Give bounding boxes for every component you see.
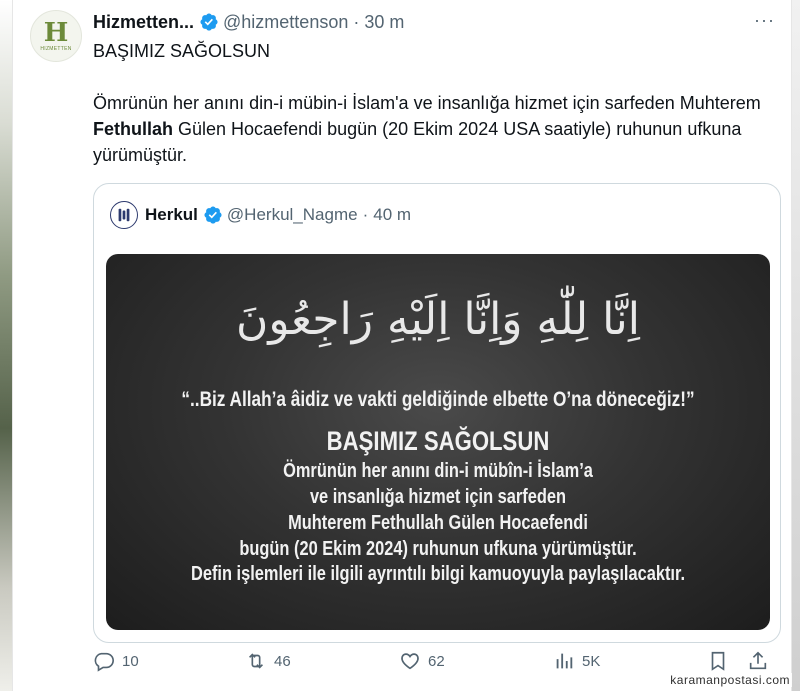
quoted-author-handle[interactable]: @Herkul_Nagme <box>227 205 358 225</box>
verified-badge-icon <box>200 13 218 31</box>
image-text-line: ve insanlığa hizmet için sarfeden <box>309 486 567 508</box>
reply-icon <box>94 652 114 672</box>
like-count: 62 <box>428 652 445 670</box>
separator-dot: · <box>353 11 360 32</box>
tweet-text-part-b: Gülen Hocaefendi bugün (20 Ekim 2024 USA… <box>93 119 742 165</box>
tweet-card[interactable]: H HIZMETTEN Hizmetten... @hizmettenson ·… <box>12 0 792 691</box>
image-heading: BAŞIMIZ SAĞOLSUN <box>326 426 550 456</box>
views-chart-icon <box>556 653 573 669</box>
tweet-text-paragraph: Ömrünün her anını din-i mübin-i İslam'a … <box>93 90 783 168</box>
tweet-header: Hizmetten... @hizmettenson · 30 m <box>93 10 404 34</box>
repost-icon <box>248 653 264 669</box>
repost-button[interactable]: 46 <box>245 650 291 672</box>
tweet-text-line1: BAŞIMIZ SAĞOLSUN <box>93 41 271 61</box>
like-button[interactable]: 62 <box>399 650 445 672</box>
reply-count: 10 <box>122 652 139 670</box>
views-button[interactable]: 5K <box>553 650 600 672</box>
condolence-image[interactable]: اِنَّا لِلّٰهِ وَاِنَّا اِلَيْهِ رَاجِعُ… <box>106 254 770 630</box>
quoted-tweet-time[interactable]: 40 m <box>373 205 411 225</box>
quoted-tweet-header: Herkul @Herkul_Nagme · 40 m <box>110 201 411 229</box>
tweet-text-part-a: Ömrünün her anını din-i mübin-i İslam'a … <box>93 93 761 113</box>
image-text-line: bugün (20 Ekim 2024) ruhunun ufkuna yürü… <box>239 538 637 560</box>
image-text-line: Defin işlemleri ile ilgili ayrıntılı bil… <box>190 563 686 585</box>
author-avatar[interactable]: H HIZMETTEN <box>30 10 82 62</box>
watermark: karamanpostasi.com <box>668 673 792 687</box>
tweet-actions-bar: 10 46 62 5K <box>93 650 783 674</box>
background-right-strip <box>792 0 800 691</box>
verified-badge-icon <box>204 206 222 224</box>
tweet-text-bold: Fethullah <box>93 119 173 139</box>
background-left-strip <box>0 0 12 691</box>
quoted-tweet[interactable]: Herkul @Herkul_Nagme · 40 m اِنَّا لِلّٰ… <box>93 183 781 643</box>
image-text-line: Ömrünün her anını din-i mübîn-i İslam’a <box>283 460 593 482</box>
heart-icon <box>401 653 419 670</box>
quoted-author-name[interactable]: Herkul <box>145 205 198 225</box>
herkul-logo-icon <box>118 208 130 222</box>
share-icon <box>749 651 767 670</box>
author-handle[interactable]: @hizmettenson <box>223 12 348 33</box>
bookmark-button[interactable] <box>707 650 736 672</box>
repost-count: 46 <box>274 652 291 670</box>
views-count: 5K <box>582 652 601 670</box>
share-button[interactable] <box>747 650 776 672</box>
avatar-letter: H <box>43 17 69 48</box>
more-options-icon[interactable]: ··· <box>754 10 775 31</box>
author-display-name[interactable]: Hizmetten... <box>93 12 194 33</box>
bookmark-icon <box>711 651 725 671</box>
image-quote-line: “..Biz Allah’a âidiz ve vakti geldiğinde… <box>181 388 695 411</box>
avatar-subtext: HIZMETTEN <box>40 45 72 52</box>
reply-button[interactable]: 10 <box>93 650 139 672</box>
image-text-line: Muhterem Fethullah Gülen Hocaefendi <box>288 512 588 534</box>
arabic-verse: اِنَّا لِلّٰهِ وَاِنَّا اِلَيْهِ رَاجِعُ… <box>236 294 640 345</box>
separator-dot: · <box>362 205 369 224</box>
tweet-time[interactable]: 30 m <box>364 12 404 33</box>
quoted-author-avatar[interactable] <box>110 201 138 229</box>
